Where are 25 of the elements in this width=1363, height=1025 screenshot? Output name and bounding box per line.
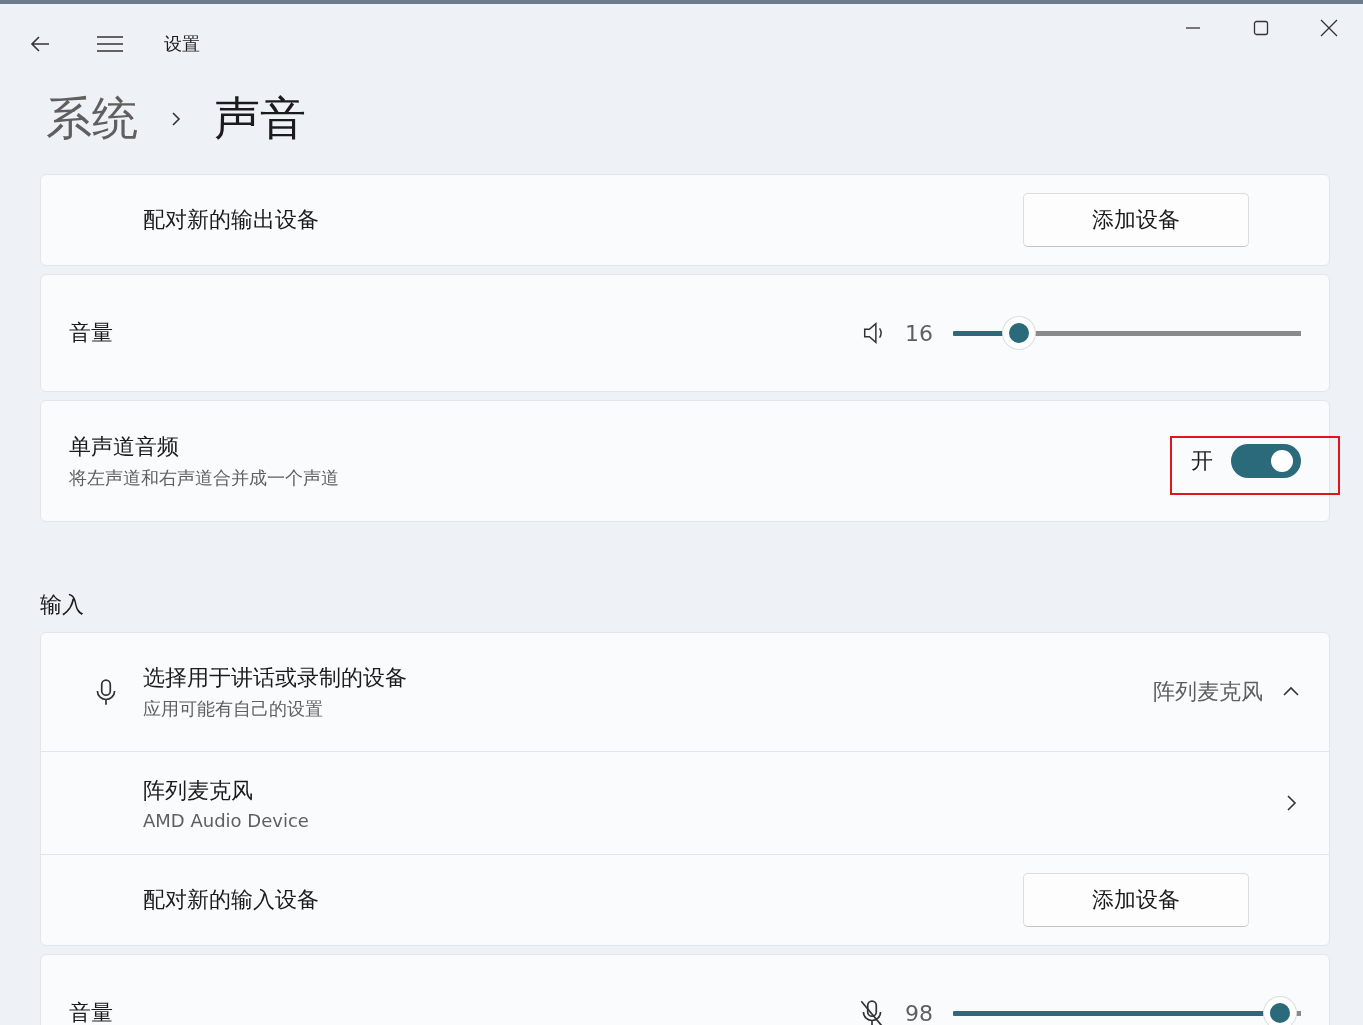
section-heading: 输入 <box>40 591 85 619</box>
setting-label: 配对新的输入设备 <box>143 886 319 914</box>
setting-label: 单声道音频 <box>69 433 180 461</box>
setting-label: 配对新的输出设备 <box>143 206 319 234</box>
toggle-switch[interactable] <box>1231 444 1301 478</box>
window-title: 设置 <box>164 32 200 56</box>
device-detail: AMD Audio Device <box>143 809 309 831</box>
volume-reading: 98 <box>905 1000 934 1025</box>
selected-device: 阵列麦克风 <box>1153 678 1263 706</box>
add-device-button[interactable]: 添加设备 <box>1023 193 1249 247</box>
slider-thumb[interactable] <box>1003 317 1036 349</box>
volume-label: 音量 <box>69 319 113 347</box>
device-name[interactable]: 阵列麦克风 <box>143 775 309 806</box>
page-title: 声音 <box>214 90 306 147</box>
close-icon[interactable] <box>1320 19 1338 37</box>
volume-reading: 16 <box>905 320 934 346</box>
add-device-button[interactable]: 添加设备 <box>1023 873 1249 927</box>
maximize-icon[interactable] <box>1253 20 1269 36</box>
setting-label: 选择用于讲话或录制的设备 <box>143 664 407 692</box>
breadcrumb-parent[interactable]: 系统 <box>46 88 138 150</box>
toggle-state-label: 开 <box>1191 447 1213 475</box>
slider-thumb[interactable] <box>1264 997 1297 1025</box>
setting-description: 将左声道和右声道合并成一个声道 <box>69 466 339 490</box>
setting-description: 应用可能有自己的设置 <box>143 697 324 721</box>
volume-label: 音量 <box>69 999 113 1025</box>
